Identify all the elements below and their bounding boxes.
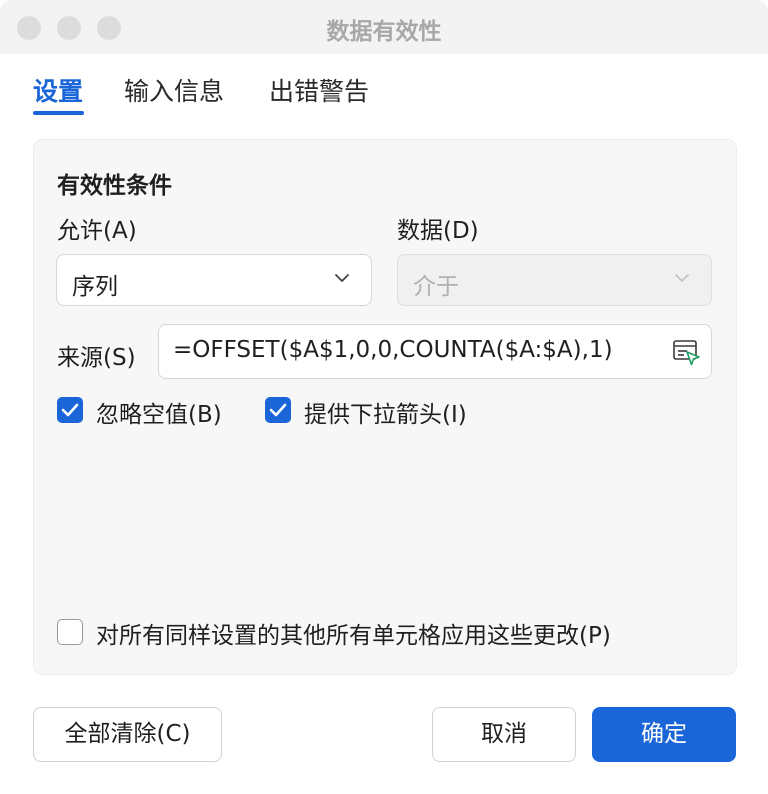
allow-label: 允许(A) xyxy=(57,218,137,244)
cancel-button[interactable]: 取消 xyxy=(432,707,576,762)
checkmark-icon xyxy=(61,403,79,417)
ignore-blank-checkbox[interactable] xyxy=(57,397,83,423)
tab-input-message[interactable]: 输入信息 xyxy=(124,72,224,108)
apply-all-checkbox[interactable] xyxy=(57,619,83,645)
window-title: 数据有效性 xyxy=(326,19,442,45)
title-bar: 数据有效性 xyxy=(0,0,768,54)
criteria-heading: 有效性条件 xyxy=(57,173,172,199)
range-picker-icon[interactable] xyxy=(671,337,701,367)
allow-select-value: 序列 xyxy=(72,274,118,300)
data-select-value: 介于 xyxy=(413,274,459,300)
chevron-down-icon xyxy=(675,274,689,282)
clear-all-button[interactable]: 全部清除(C) xyxy=(33,707,222,762)
tab-bar: 设置 输入信息 出错警告 xyxy=(0,54,768,120)
source-input[interactable]: =OFFSET($A$1,0,0,COUNTA($A:$A),1) xyxy=(158,324,712,379)
chevron-down-icon xyxy=(335,274,349,282)
tab-error-alert[interactable]: 出错警告 xyxy=(269,72,369,108)
checkmark-icon xyxy=(269,403,287,417)
ignore-blank-label: 忽略空值(B) xyxy=(96,402,222,428)
source-input-value: =OFFSET($A$1,0,0,COUNTA($A:$A),1) xyxy=(173,337,613,363)
data-validation-dialog: 数据有效性 设置 输入信息 出错警告 有效性条件 允许(A) 数据(D) 序列 … xyxy=(0,0,768,794)
apply-all-label: 对所有同样设置的其他所有单元格应用这些更改(P) xyxy=(96,623,611,649)
source-label: 来源(S) xyxy=(57,345,136,371)
active-tab-indicator xyxy=(33,111,84,115)
tab-settings[interactable]: 设置 xyxy=(33,72,83,108)
data-select: 介于 xyxy=(397,254,712,306)
in-cell-dropdown-label: 提供下拉箭头(I) xyxy=(304,402,467,428)
in-cell-dropdown-checkbox[interactable] xyxy=(265,397,291,423)
data-label: 数据(D) xyxy=(397,218,479,244)
ok-button[interactable]: 确定 xyxy=(592,707,736,762)
allow-select[interactable]: 序列 xyxy=(56,254,372,306)
